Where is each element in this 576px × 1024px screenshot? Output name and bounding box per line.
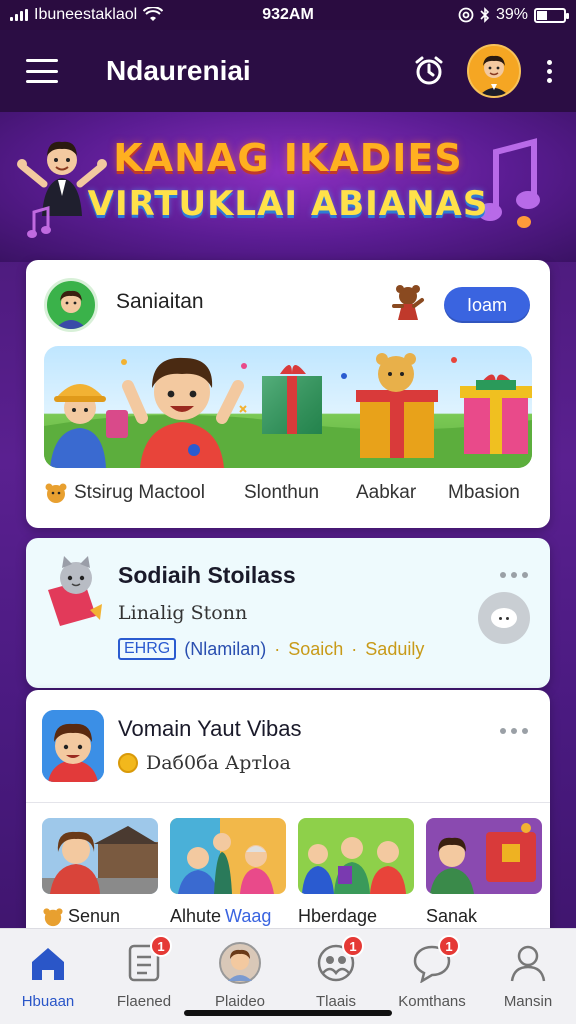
nav-label: Tlaais bbox=[315, 993, 356, 1010]
nav-item-me[interactable]: Mansin bbox=[480, 941, 576, 1024]
bear-face-icon bbox=[43, 907, 63, 926]
nav-item-feed[interactable]: 1 Flaened bbox=[96, 935, 192, 1024]
tab-label: Aabkar bbox=[356, 482, 417, 503]
group-card[interactable]: Vomain Yaut Vibas Dаб0ба Артloa Senun Al… bbox=[26, 690, 550, 930]
banner-subtitle: VIRTUKLAI ABIANAS bbox=[87, 184, 489, 224]
nav-item-chat[interactable]: 1 Komthans bbox=[384, 935, 480, 1024]
thumbnail-row bbox=[42, 818, 542, 894]
notification-badge: 1 bbox=[342, 935, 364, 957]
thumbnail-label-highlight: Waag bbox=[225, 906, 272, 926]
thumbnail-label[interactable]: Senun bbox=[42, 906, 170, 927]
tag-box[interactable]: EHRG bbox=[118, 638, 177, 660]
home-indicator[interactable] bbox=[184, 1010, 392, 1016]
room-subtitle: Linalig Stonn bbox=[118, 602, 248, 624]
coin-icon bbox=[118, 753, 138, 773]
room-tags: EHRG (Nlamilan) · Soaich · Saduily bbox=[118, 638, 424, 660]
tag-separator: · bbox=[351, 638, 358, 659]
more-horizontal-icon[interactable] bbox=[500, 728, 528, 734]
signal-icon bbox=[10, 9, 28, 21]
divider bbox=[26, 802, 550, 803]
more-horizontal-icon[interactable] bbox=[500, 572, 528, 578]
nav-label: Flaened bbox=[116, 993, 172, 1010]
thumbnail-label-text: Alhute bbox=[170, 906, 222, 926]
carrier-name: Ibuneestaklaol bbox=[34, 6, 138, 23]
tab-0[interactable]: Stsirug Mactool bbox=[44, 482, 244, 504]
status-bar: Ibuneestaklaol 932AM 39% bbox=[0, 0, 576, 30]
tag-gold-2[interactable]: Saduily bbox=[365, 639, 424, 660]
join-button[interactable]: Ioam bbox=[444, 287, 530, 323]
at-icon bbox=[458, 7, 474, 23]
group-title: Vomain Yaut Vibas bbox=[118, 716, 302, 741]
tag-paren[interactable]: (Nlamilan) bbox=[184, 639, 266, 660]
teddy-bear-icon bbox=[392, 285, 424, 320]
thumbnail-label-text: Senun bbox=[68, 906, 121, 926]
bluetooth-icon bbox=[480, 7, 490, 23]
app-header: Ndaureniai bbox=[0, 30, 576, 112]
group-meta: Dаб0ба Артloa bbox=[118, 752, 291, 774]
chat-bubble-icon[interactable] bbox=[478, 592, 530, 644]
person-icon bbox=[510, 945, 546, 982]
event-card[interactable]: Saniaitan Ioam Stsirug Mactool Slonthun … bbox=[26, 260, 550, 528]
promo-banner[interactable]: KANAG IKADIES VIRTUKLAI ABIANAS bbox=[0, 112, 576, 262]
thumbnail-label-text: Hberdage bbox=[298, 906, 378, 926]
more-vertical-icon[interactable] bbox=[541, 56, 558, 87]
menu-icon[interactable] bbox=[26, 59, 58, 83]
battery-icon bbox=[534, 7, 569, 23]
thumbnail-labels: Senun Alhute Waag Hberdage Sanak bbox=[42, 906, 550, 927]
room-title: Sodiaih Stoilass bbox=[118, 562, 296, 588]
thumbnail[interactable] bbox=[298, 818, 414, 894]
nav-label: Mansin bbox=[503, 993, 553, 1010]
gift-cat-icon bbox=[48, 556, 102, 626]
nav-label: Hbuaan bbox=[21, 993, 75, 1010]
thumbnail-label[interactable]: Alhute Waag bbox=[170, 906, 298, 927]
thumbnail[interactable] bbox=[42, 818, 158, 894]
nav-label: Komthans bbox=[398, 993, 466, 1010]
app-title: Ndaureniai bbox=[106, 55, 251, 86]
tab-label: Mbasion bbox=[448, 482, 520, 503]
thumbnail-label[interactable]: Hberdage bbox=[298, 906, 426, 927]
home-icon bbox=[32, 948, 64, 980]
tab-label: Stsirug Mactool bbox=[74, 482, 205, 503]
group-avatar[interactable] bbox=[42, 710, 104, 782]
host-avatar[interactable] bbox=[44, 278, 98, 332]
nav-item-home[interactable]: Hbuaan bbox=[0, 941, 96, 1024]
event-tabs: Stsirug Mactool Slonthun Aabkar Mbasion bbox=[44, 482, 544, 504]
notification-badge: 1 bbox=[150, 935, 172, 957]
thumbnail-label-text: Sanak bbox=[426, 906, 478, 926]
tag-gold-1[interactable]: Soaich bbox=[288, 639, 343, 660]
nav-label: Plaideo bbox=[214, 993, 266, 1010]
tag-separator: · bbox=[274, 638, 281, 659]
wifi-icon bbox=[143, 7, 164, 21]
thumbnail[interactable] bbox=[426, 818, 542, 894]
host-name: Saniaitan bbox=[116, 290, 204, 313]
tab-label: Slonthun bbox=[244, 482, 320, 503]
bear-face-icon bbox=[45, 483, 67, 503]
notification-badge: 1 bbox=[438, 935, 460, 957]
battery-percent: 39% bbox=[495, 6, 528, 23]
thumbnail[interactable] bbox=[170, 818, 286, 894]
tab-2[interactable]: Aabkar bbox=[356, 482, 448, 504]
banner-title: KANAG IKADIES bbox=[113, 136, 463, 180]
tab-3[interactable]: Mbasion bbox=[448, 482, 544, 504]
tab-1[interactable]: Slonthun bbox=[244, 482, 356, 504]
room-card[interactable]: Sodiaih Stoilass Linalig Stonn EHRG (Nla… bbox=[26, 538, 550, 688]
thumbnail-label[interactable]: Sanak bbox=[426, 906, 550, 927]
event-illustration bbox=[44, 346, 532, 468]
group-meta-text: Dаб0ба Артloa bbox=[146, 752, 291, 774]
alarm-icon[interactable] bbox=[411, 53, 447, 89]
avatar[interactable] bbox=[467, 44, 521, 98]
profile-photo-icon bbox=[219, 942, 261, 984]
